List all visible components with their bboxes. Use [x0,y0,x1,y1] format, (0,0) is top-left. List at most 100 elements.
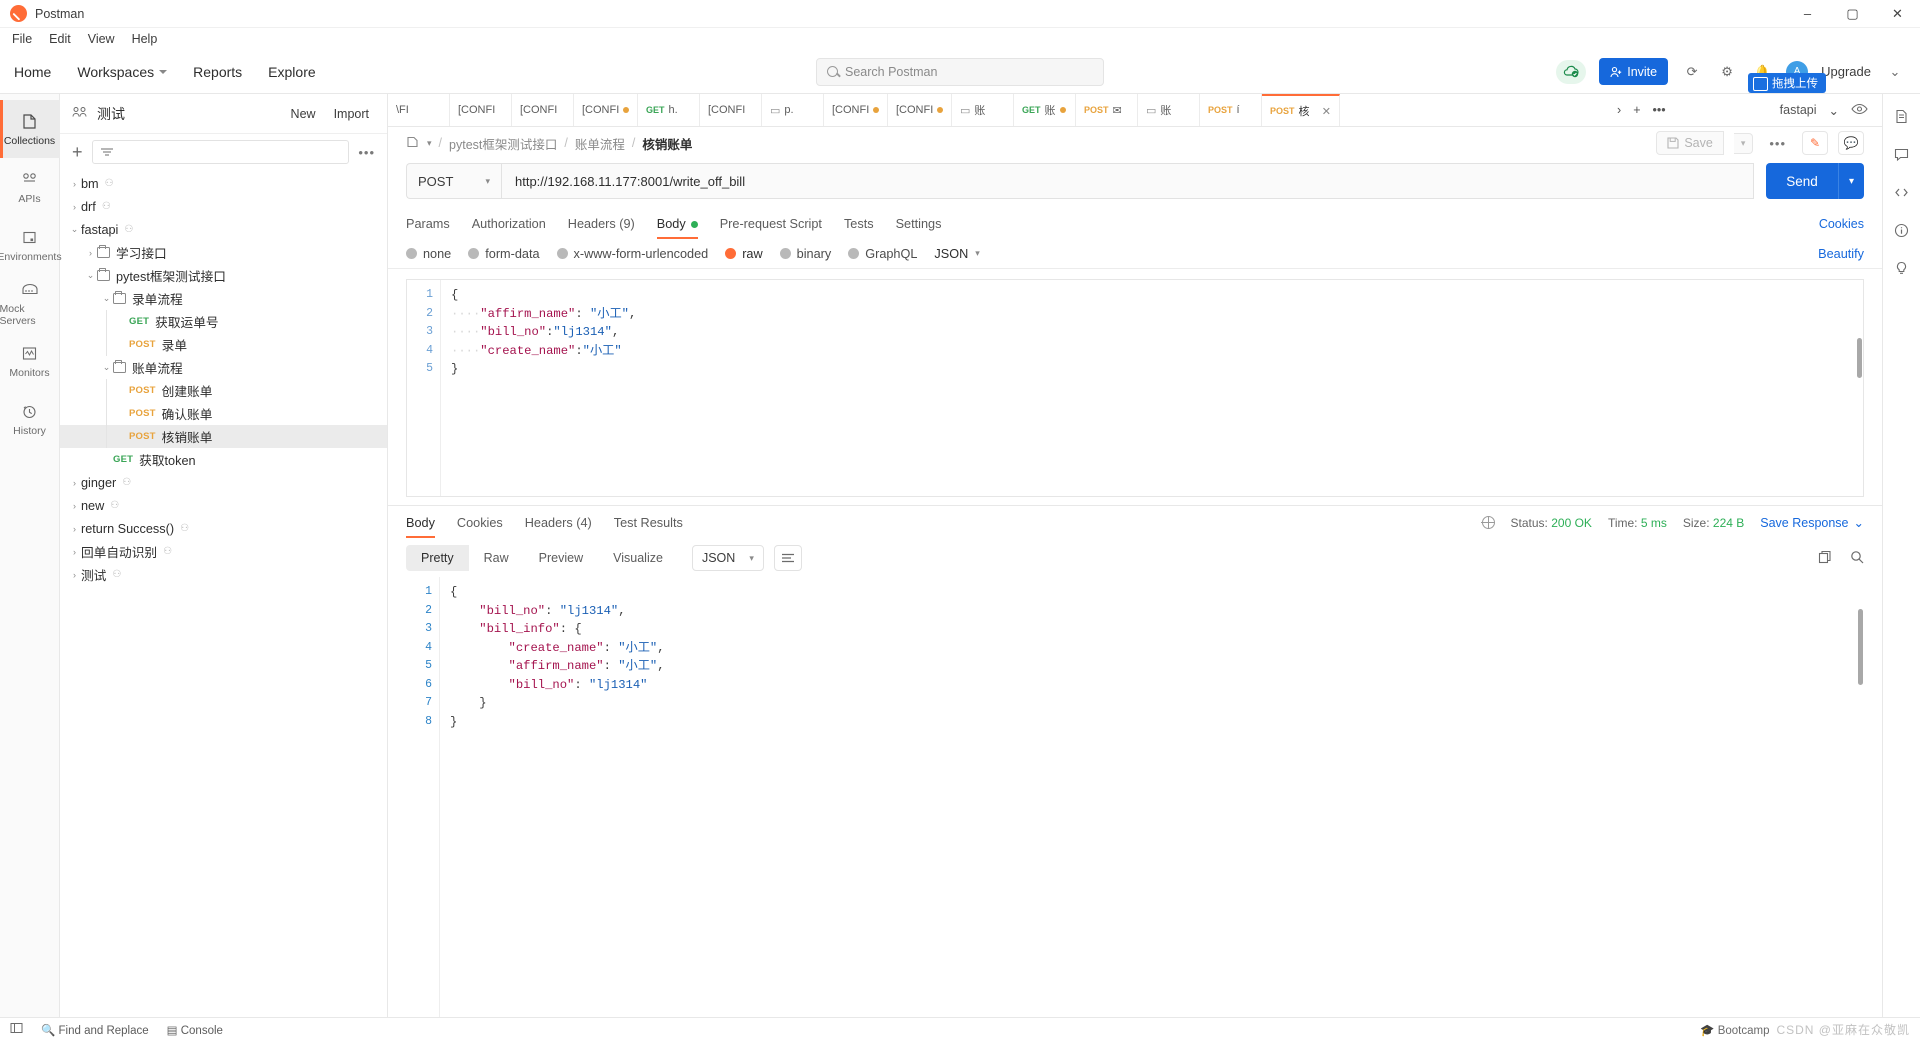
maximize-button[interactable]: ▢ [1830,0,1875,28]
response-body-editor[interactable]: 12345678 { "bill_no": "lj1314", "bill_in… [406,577,1864,1017]
rail-item-monitors[interactable]: Monitors [0,332,60,390]
request-tab[interactable]: [CONFI [888,94,952,126]
tree-item[interactable]: GET 获取运单号 [60,310,387,333]
tree-item[interactable]: › 回单自动识别 ⚇ [60,540,387,563]
response-view-raw[interactable]: Raw [469,545,524,571]
request-tab[interactable]: POST ✉ [1076,94,1138,126]
chevron-icon[interactable]: › [68,501,81,511]
new-button[interactable]: New [285,103,322,125]
tree-item[interactable]: ⌄ 账单流程 [60,356,387,379]
request-tab[interactable]: \FI [388,94,450,126]
tree-item[interactable]: GET 获取token [60,448,387,471]
chevron-icon[interactable]: › [68,524,81,534]
request-tab-active[interactable]: POST 核 ✕ [1262,94,1340,126]
tree-item[interactable]: POST 录单 [60,333,387,356]
nav-explore[interactable]: Explore [268,64,315,80]
request-tab[interactable]: [CONFI [824,94,888,126]
response-tab-headers[interactable]: Headers (4) [525,508,592,538]
method-selector[interactable]: POST ▾ [406,163,501,199]
nav-reports[interactable]: Reports [193,64,242,80]
request-body-editor[interactable]: 12345 {····"affirm_name": "小工", ····"bill… [406,279,1864,497]
breadcrumb-chevron-down-icon[interactable]: ▾ [427,138,432,149]
copy-icon[interactable] [1818,550,1832,567]
documentation-icon[interactable] [1892,106,1912,126]
comments-icon[interactable] [1892,144,1912,164]
body-type-form-data[interactable]: form-data [468,247,540,261]
tree-item[interactable]: POST 核销账单 [60,425,387,448]
request-tab[interactable]: ▭ 账 [952,94,1014,126]
body-type-binary[interactable]: binary [779,247,831,261]
tree-item[interactable]: ⌄ 录单流程 [60,287,387,310]
tree-item[interactable]: › bm ⚇ [60,172,387,195]
invite-button[interactable]: Invite [1599,58,1669,85]
request-tab[interactable]: [CONFI [450,94,512,126]
import-button[interactable]: Import [328,103,375,125]
send-chevron-down-icon[interactable]: ▾ [1837,163,1864,199]
response-tab-cookies[interactable]: Cookies [457,508,503,538]
chevron-icon[interactable]: › [68,478,81,488]
tree-item[interactable]: POST 创建账单 [60,379,387,402]
tree-item[interactable]: › new ⚇ [60,494,387,517]
response-editor-scrollbar[interactable] [1858,609,1863,685]
sync-settings-icon[interactable]: ⟳ [1681,61,1703,83]
rail-item-collections[interactable]: Collections [0,100,60,158]
filter-input[interactable] [91,140,350,164]
breadcrumb-collection[interactable]: pytest框架测试接口 [449,134,557,153]
chevron-icon[interactable]: › [68,547,81,557]
layout-icon[interactable] [10,1022,23,1037]
environment-chevron-down-icon[interactable]: ⌄ [1829,103,1839,118]
tree-item[interactable]: › ginger ⚇ [60,471,387,494]
bootcamp-button[interactable]: 🎓 Bootcamp [1700,1023,1769,1037]
tab-params[interactable]: Params [406,209,450,239]
search-input[interactable]: Search Postman [816,57,1104,86]
response-view-pretty[interactable]: Pretty [406,545,469,571]
environment-selector[interactable]: fastapi [1780,103,1817,117]
request-tab[interactable]: [CONFI [574,94,638,126]
body-format-selector[interactable]: JSON ▾ [934,247,979,261]
chevron-icon[interactable]: ⌄ [100,362,113,373]
send-button[interactable]: Send [1765,163,1838,199]
request-body-code[interactable]: {····"affirm_name": "小工", ····"bill_no":"… [441,280,1863,496]
upgrade-link[interactable]: Upgrade [1821,64,1871,79]
menu-file[interactable]: File [12,32,32,46]
rail-item-environments[interactable]: Environments [0,216,62,274]
response-tab-test-results[interactable]: Test Results [614,508,683,538]
sync-status-icon[interactable] [1556,59,1587,84]
body-type-none[interactable]: none [406,247,451,261]
upgrade-chevron-down-icon[interactable]: ⌄ [1884,61,1906,83]
wrap-lines-icon[interactable] [773,545,802,571]
tree-item[interactable]: › 学习接口 [60,241,387,264]
body-type-raw[interactable]: raw [725,247,763,261]
response-tab-body[interactable]: Body [406,508,435,538]
rail-item-history[interactable]: History [0,390,60,448]
save-chevron-down-icon[interactable]: ▾ [1733,132,1754,154]
chevron-icon[interactable]: › [68,570,81,580]
body-type-urlencoded[interactable]: x-www-form-urlencoded [556,247,708,261]
gear-icon[interactable]: ⚙ [1716,61,1738,83]
edit-icon[interactable]: ✎ [1802,131,1828,155]
request-tab[interactable]: ▭ 账 [1138,94,1200,126]
response-view-preview[interactable]: Preview [524,545,598,571]
tab-tests[interactable]: Tests [844,209,874,239]
chevron-icon[interactable]: ⌄ [84,270,97,281]
tab-settings[interactable]: Settings [896,209,942,239]
chevron-icon[interactable]: ⌄ [100,293,113,304]
breadcrumb-folder[interactable]: 账单流程 [575,134,625,153]
close-tab-icon[interactable]: ✕ [1322,105,1331,118]
sidebar-more-icon[interactable]: ••• [358,145,375,160]
eye-icon[interactable] [1851,103,1868,118]
beautify-link[interactable]: Beautify [1818,247,1864,261]
code-snippet-icon[interactable] [1892,182,1912,202]
request-tab[interactable]: GET h. [638,94,700,126]
response-format-selector[interactable]: JSON ▾ [691,545,764,571]
tabs-more-icon[interactable]: ••• [1653,103,1666,117]
minimize-button[interactable]: – [1785,0,1830,28]
tree-item[interactable]: › return Success() ⚇ [60,517,387,540]
request-tab[interactable]: GET 账 [1014,94,1076,126]
request-tab[interactable]: [CONFI [512,94,574,126]
console-button[interactable]: ▤ Console [167,1023,223,1037]
find-and-replace-button[interactable]: 🔍 Find and Replace [41,1023,149,1037]
url-input[interactable]: http://192.168.11.177:8001/write_off_bil… [501,163,1754,199]
request-tab[interactable]: ▭ p. [762,94,824,126]
tab-pre-request-script[interactable]: Pre-request Script [720,209,822,239]
